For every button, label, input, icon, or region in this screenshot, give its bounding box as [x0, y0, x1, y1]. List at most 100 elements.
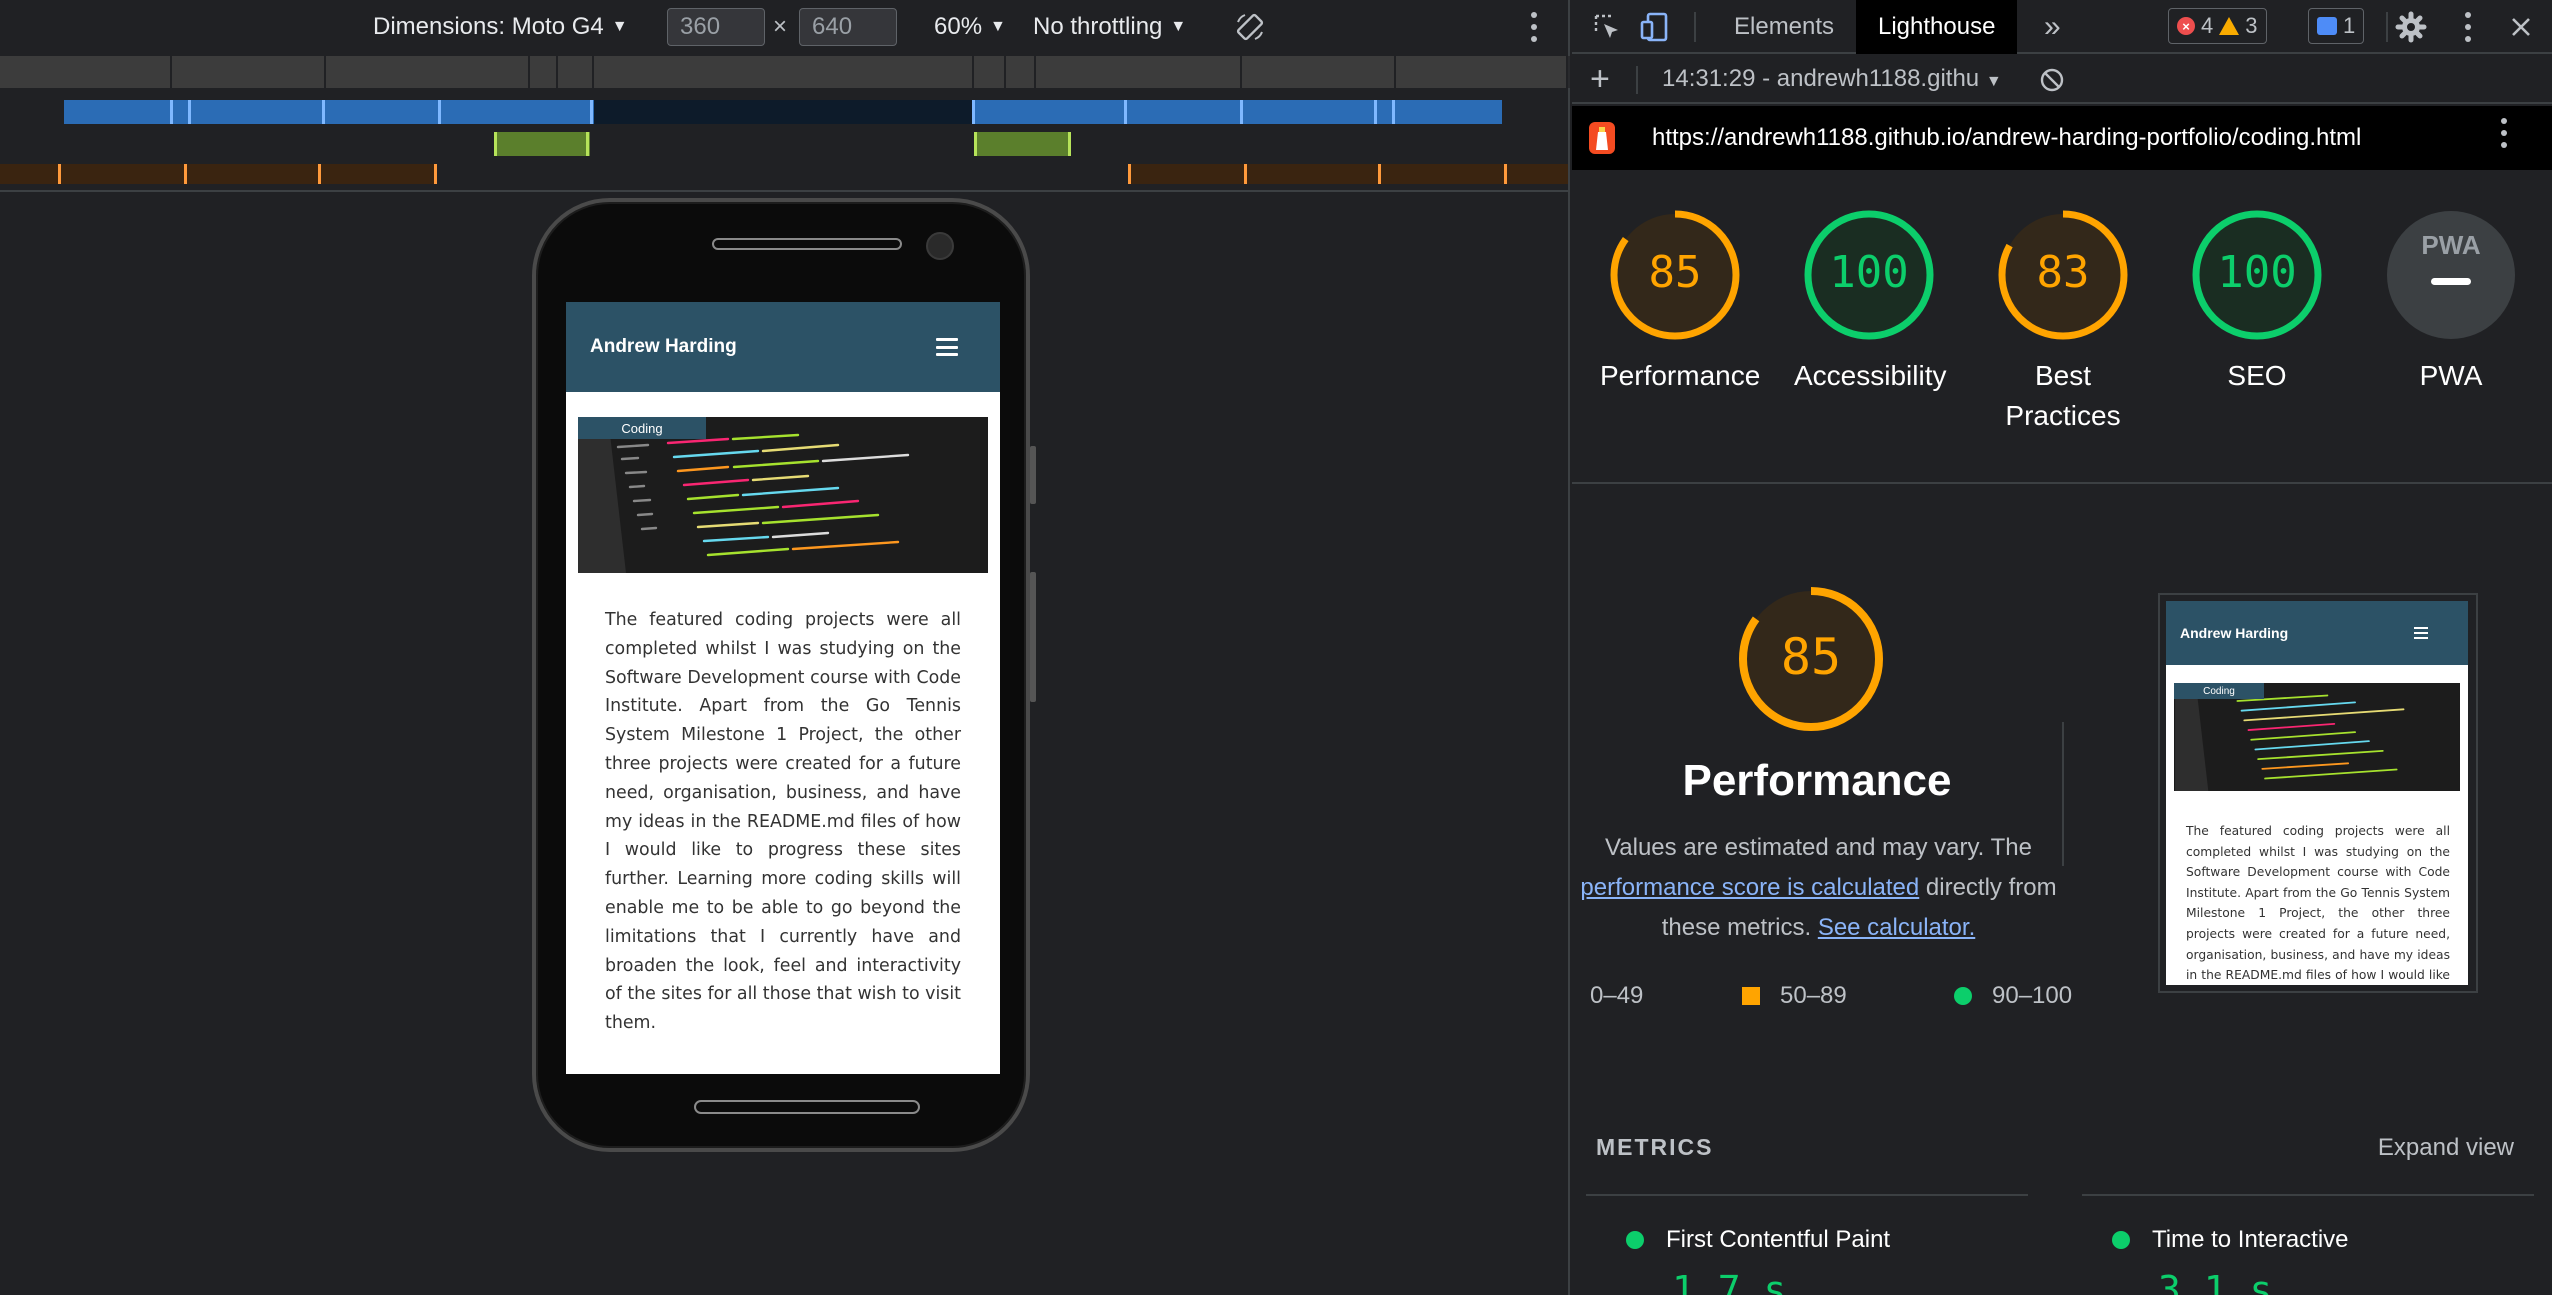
score-gauge: 85 [1610, 210, 1740, 340]
max-width-query-bar[interactable] [972, 100, 1502, 124]
gauge-label: Best Practices [2005, 360, 2121, 431]
score-value: 85 [1649, 247, 1702, 298]
new-report-icon[interactable]: + [1590, 60, 1610, 99]
device-select-label: Dimensions: Moto G4 [373, 13, 604, 40]
report-select[interactable]: 14:31:29 - andrewh1188.githu ▼ [1662, 65, 2002, 93]
devtools-pane: Elements Lighthouse » × 4 3 1 + 14:31:29… [1572, 0, 2552, 1295]
gauge-seo[interactable]: 100 SEO [2182, 208, 2332, 396]
error-icon: × [2177, 17, 2195, 35]
width-input[interactable]: 360 [667, 8, 765, 46]
site-brand[interactable]: Andrew Harding [590, 336, 737, 358]
chevron-down-icon: ▼ [990, 18, 1006, 35]
phone-button [1030, 446, 1036, 504]
device-emulation-pane: Dimensions: Moto G4 ▼ 360 × 640 60% ▼ No… [0, 0, 1570, 1295]
ruler-segment[interactable] [974, 56, 1006, 88]
devtools-toolbar: Elements Lighthouse » × 4 3 1 [1572, 0, 2552, 54]
code-screenshot-image [578, 417, 988, 573]
performance-description: Values are estimated and may vary. The p… [1572, 828, 2071, 948]
ruler-segment[interactable] [1006, 56, 1036, 88]
more-options-icon[interactable] [1530, 12, 1538, 42]
ruler-segment[interactable] [172, 56, 326, 88]
ruler-row [0, 56, 1570, 88]
error-count: 4 [2201, 13, 2214, 38]
chevron-down-icon: ▼ [1170, 18, 1187, 35]
ruler-segment[interactable] [1036, 56, 1242, 88]
max-width-query-bar[interactable] [64, 100, 594, 124]
report-select-label: 14:31:29 - andrewh1188.githu [1662, 65, 1980, 92]
gauge-performance[interactable]: 85 Performance [1600, 208, 1761, 396]
pwa-badge-icon: PWA [2387, 211, 2515, 339]
score-calculated-link[interactable]: performance score is calculated [1580, 874, 1919, 901]
report-url[interactable]: https://andrewh1188.github.io/andrew-har… [1652, 124, 2361, 152]
site-navbar: Andrew Harding [566, 302, 1000, 392]
device-toggle-icon[interactable] [1638, 10, 1672, 44]
gauge-label: Performance [1600, 360, 1761, 391]
gauge-pwa[interactable]: PWA PWA [2376, 208, 2526, 396]
legend-label: 0–49 [1590, 982, 1644, 1009]
coding-hero-image: Coding [578, 417, 988, 573]
settings-gear-icon[interactable] [2394, 10, 2428, 44]
thumb-badge: Coding [2174, 683, 2264, 699]
thumb-brand: Andrew Harding [2180, 625, 2289, 641]
warning-icon [2219, 17, 2240, 35]
metric-tti: Time to Interactive [2112, 1226, 2349, 1254]
phone-button [1030, 572, 1036, 702]
height-input[interactable]: 640 [799, 8, 897, 46]
issues-counter[interactable]: × 4 3 [2168, 8, 2267, 44]
gauge-accessibility[interactable]: 100 Accessibility [1794, 208, 1946, 396]
throttling-select[interactable]: No throttling ▼ [1033, 0, 1186, 54]
close-icon[interactable] [2504, 10, 2538, 44]
zoom-select[interactable]: 60% ▼ [934, 0, 1006, 54]
phone-speaker [712, 238, 902, 250]
pass-circle-icon [1626, 1231, 1644, 1249]
min-width-query-bar[interactable] [0, 164, 436, 184]
report-menu-icon[interactable] [2500, 118, 2508, 148]
media-query-bars [0, 56, 1570, 192]
score-gauge: 83 [1998, 210, 2128, 340]
rotate-button[interactable] [1235, 0, 1265, 54]
ruler-segment[interactable] [530, 56, 558, 88]
tab-elements[interactable]: Elements [1712, 0, 1856, 54]
ruler-segment[interactable] [594, 56, 974, 88]
ruler-segment[interactable] [0, 56, 172, 88]
min-max-query-bar[interactable] [974, 132, 1070, 156]
pwa-badge-text: PWA [2421, 230, 2480, 260]
code-screenshot-image [2175, 683, 2459, 791]
ruler-segment[interactable] [1242, 56, 1396, 88]
ruler-segment[interactable] [558, 56, 594, 88]
devtools-menu-icon[interactable] [2464, 12, 2472, 42]
more-tabs-icon[interactable]: » [2022, 0, 2083, 54]
inspect-element-icon[interactable] [1590, 10, 1624, 44]
legend-label: 90–100 [1992, 982, 2073, 1009]
desc-text: directly from [1925, 874, 2057, 901]
desc-text: Values are estimated and may vary. The [1605, 834, 2032, 861]
ruler-segment[interactable] [1396, 56, 1568, 88]
min-width-query-bar[interactable] [1128, 164, 1568, 184]
score-value: 85 [1781, 628, 1841, 686]
min-max-query-bar[interactable] [494, 132, 590, 156]
legend-average: 50–89 [1742, 982, 1847, 1010]
messages-counter[interactable]: 1 [2308, 8, 2365, 44]
zoom-label: 60% [934, 13, 983, 40]
desc-text: these metrics. [1661, 914, 1812, 941]
gauge-label: SEO [2227, 360, 2287, 391]
final-screenshot[interactable]: Andrew Harding Coding The featured codin… [2158, 593, 2478, 993]
expand-view-button[interactable]: Expand view [2378, 1134, 2514, 1162]
see-calculator-link[interactable]: See calculator. [1818, 914, 1975, 941]
metric-value: 1.7 s [1672, 1268, 1787, 1295]
query-gap [594, 100, 972, 124]
device-select[interactable]: Dimensions: Moto G4 ▼ [373, 0, 628, 54]
phone-camera [926, 232, 954, 260]
gauge-best-practices[interactable]: 83 Best Practices [1988, 208, 2138, 436]
tab-lighthouse[interactable]: Lighthouse [1856, 0, 2018, 54]
emulated-viewport[interactable]: Andrew Harding Coding The featured codin… [566, 302, 1000, 1074]
clear-icon[interactable] [2038, 66, 2066, 94]
rotate-icon [1236, 13, 1264, 41]
intro-paragraph: The featured coding projects were all co… [605, 610, 961, 1034]
hamburger-menu-icon[interactable] [936, 338, 958, 356]
performance-heading: Performance [1682, 756, 1952, 805]
throttling-label: No throttling [1033, 13, 1163, 40]
metric-value: 3.1 s [2158, 1268, 2273, 1295]
ruler-segment[interactable] [326, 56, 530, 88]
report-url-bar: https://andrewh1188.github.io/andrew-har… [1572, 106, 2552, 170]
